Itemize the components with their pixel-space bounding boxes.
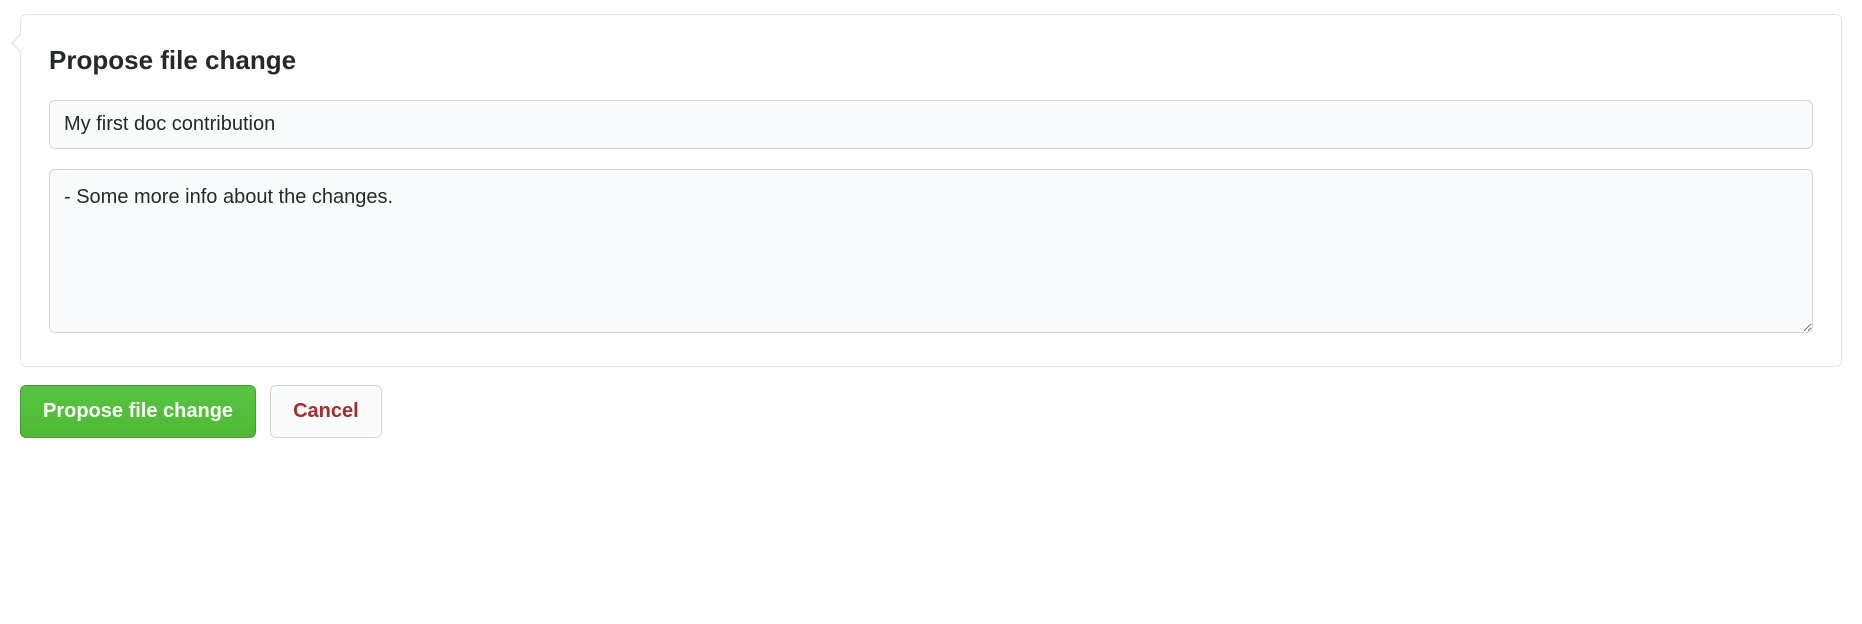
panel-title: Propose file change — [49, 45, 1813, 76]
action-bar: Propose file change Cancel — [20, 385, 1842, 438]
cancel-button[interactable]: Cancel — [270, 385, 382, 438]
propose-change-panel: Propose file change — [20, 14, 1842, 367]
commit-summary-input[interactable] — [49, 100, 1813, 149]
propose-file-change-button[interactable]: Propose file change — [20, 385, 256, 438]
commit-description-textarea[interactable] — [49, 169, 1813, 333]
